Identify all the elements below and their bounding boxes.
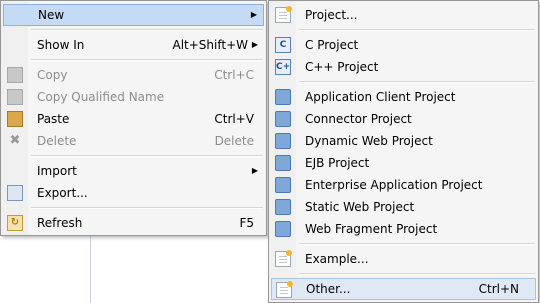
submenu-item-other[interactable]: Other... Ctrl+N bbox=[271, 278, 536, 300]
menu-item-label: Project... bbox=[305, 8, 358, 22]
submenu-item-application-client-project[interactable]: Application Client Project bbox=[271, 86, 536, 108]
menu-item-show-in[interactable]: Show In Alt+Shift+W ▶ bbox=[3, 34, 264, 56]
menu-separator bbox=[299, 243, 535, 245]
paste-icon bbox=[7, 111, 23, 127]
menu-item-shortcut: Delete bbox=[214, 134, 254, 148]
menu-separator bbox=[31, 59, 263, 61]
menu-item-delete[interactable]: ✖ Delete Delete bbox=[3, 130, 264, 152]
submenu-arrow-icon: ▶ bbox=[251, 40, 258, 49]
submenu-arrow-icon: ▶ bbox=[250, 10, 257, 19]
submenu-item-cpp-project[interactable]: C+ C++ Project bbox=[271, 56, 536, 78]
menu-item-label: EJB Project bbox=[305, 156, 370, 170]
menu-item-label: Copy bbox=[37, 68, 68, 82]
refresh-icon: ↻ bbox=[7, 215, 23, 231]
copy-icon bbox=[7, 67, 23, 83]
application-client-project-icon bbox=[275, 89, 291, 105]
menu-item-import[interactable]: Import ▶ bbox=[3, 160, 264, 182]
submenu-item-enterprise-application-project[interactable]: Enterprise Application Project bbox=[271, 174, 536, 196]
ejb-project-icon bbox=[275, 155, 291, 171]
menu-item-paste[interactable]: Paste Ctrl+V bbox=[3, 108, 264, 130]
new-submenu: Project... C C Project C+ C++ Project Ap… bbox=[268, 0, 539, 303]
menu-item-label: C++ Project bbox=[305, 60, 379, 74]
connector-project-icon bbox=[275, 111, 291, 127]
menu-item-label: Application Client Project bbox=[305, 90, 456, 104]
menu-item-label: Static Web Project bbox=[305, 200, 415, 214]
background-tree-line bbox=[90, 236, 91, 303]
static-web-project-icon bbox=[275, 199, 291, 215]
menu-item-label: Show In bbox=[37, 38, 85, 52]
menu-item-shortcut: Alt+Shift+W bbox=[172, 38, 249, 52]
menu-separator bbox=[31, 29, 263, 31]
web-fragment-project-icon bbox=[275, 221, 291, 237]
context-menu: New ▶ Show In Alt+Shift+W ▶ Copy Ctrl+C … bbox=[0, 0, 267, 236]
delete-icon: ✖ bbox=[9, 133, 21, 148]
other-wizard-icon bbox=[276, 281, 293, 298]
menu-item-label: Other... bbox=[306, 282, 351, 296]
dynamic-web-project-icon bbox=[275, 133, 291, 149]
menu-item-label: Export... bbox=[37, 186, 88, 200]
submenu-item-connector-project[interactable]: Connector Project bbox=[271, 108, 536, 130]
menu-item-label: Delete bbox=[37, 134, 77, 148]
export-icon bbox=[7, 185, 23, 201]
menu-item-label: Connector Project bbox=[305, 112, 412, 126]
menu-item-copy-qualified-name[interactable]: Copy Qualified Name bbox=[3, 86, 264, 108]
menu-item-label: New bbox=[38, 8, 65, 22]
menu-item-shortcut: F5 bbox=[239, 216, 254, 230]
menu-item-label: Enterprise Application Project bbox=[305, 178, 483, 192]
menu-item-export[interactable]: Export... bbox=[3, 182, 264, 204]
submenu-item-ejb-project[interactable]: EJB Project bbox=[271, 152, 536, 174]
menu-separator bbox=[299, 81, 535, 83]
menu-item-copy[interactable]: Copy Ctrl+C bbox=[3, 64, 264, 86]
submenu-item-dynamic-web-project[interactable]: Dynamic Web Project bbox=[271, 130, 536, 152]
submenu-arrow-icon: ▶ bbox=[251, 166, 258, 175]
copy-qualified-name-icon bbox=[7, 89, 23, 105]
submenu-item-c-project[interactable]: C C Project bbox=[271, 34, 536, 56]
menu-item-shortcut: Ctrl+C bbox=[214, 68, 254, 82]
menu-separator bbox=[299, 273, 535, 275]
menu-item-label: Dynamic Web Project bbox=[305, 134, 433, 148]
menu-item-label: Web Fragment Project bbox=[305, 222, 438, 236]
example-icon bbox=[275, 250, 292, 267]
menu-item-new[interactable]: New ▶ bbox=[3, 4, 264, 26]
menu-separator bbox=[31, 207, 263, 209]
submenu-item-example[interactable]: Example... bbox=[271, 248, 536, 270]
menu-item-label: C Project bbox=[305, 38, 359, 52]
menu-item-refresh[interactable]: ↻ Refresh F5 bbox=[3, 212, 264, 234]
menu-item-label: Copy Qualified Name bbox=[37, 90, 165, 104]
submenu-item-static-web-project[interactable]: Static Web Project bbox=[271, 196, 536, 218]
cpp-project-icon: C+ bbox=[275, 59, 291, 75]
new-project-icon bbox=[275, 6, 292, 23]
menu-item-shortcut: Ctrl+V bbox=[214, 112, 254, 126]
submenu-item-project[interactable]: Project... bbox=[271, 4, 536, 26]
menu-item-label: Import bbox=[37, 164, 77, 178]
menu-item-label: Refresh bbox=[37, 216, 83, 230]
menu-item-shortcut: Ctrl+N bbox=[478, 282, 519, 296]
submenu-item-web-fragment-project[interactable]: Web Fragment Project bbox=[271, 218, 536, 240]
enterprise-application-project-icon bbox=[275, 177, 291, 193]
menu-separator bbox=[31, 155, 263, 157]
menu-item-label: Paste bbox=[37, 112, 70, 126]
c-project-icon: C bbox=[275, 37, 291, 53]
menu-item-label: Example... bbox=[305, 252, 369, 266]
menu-separator bbox=[299, 29, 535, 31]
